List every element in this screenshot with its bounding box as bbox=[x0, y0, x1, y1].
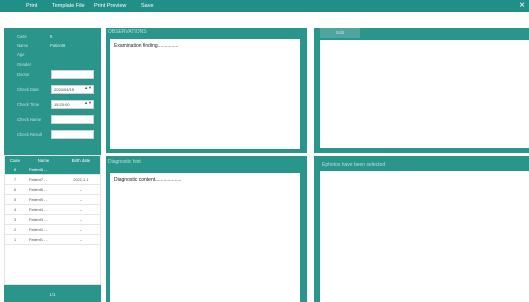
col-birth-date: Birth date bbox=[71, 158, 91, 163]
cell-name: Patient8 - - bbox=[29, 168, 48, 172]
case-value: 8 bbox=[50, 34, 53, 39]
image-preview-area[interactable] bbox=[320, 40, 529, 148]
observations-panel: OBSERVATIONS Examination finding........… bbox=[106, 28, 307, 153]
top-menu-bar: Print Template File Print Preview Save × bbox=[0, 0, 529, 12]
observations-title: OBSERVATIONS bbox=[108, 29, 147, 35]
col-case: Case bbox=[9, 158, 21, 163]
cell-birth-date: -- bbox=[79, 238, 83, 242]
date-spinner-icon[interactable]: ▲▼ bbox=[84, 86, 92, 90]
image-edit-panel: Edit bbox=[314, 28, 529, 153]
check-result-label: Check Result bbox=[17, 132, 42, 137]
table-row[interactable]: 6 Patient6 - - -- bbox=[5, 185, 100, 195]
cell-birth-date: -- bbox=[79, 208, 83, 212]
cell-case: 3 bbox=[13, 218, 17, 222]
template-file-menu[interactable]: Template File bbox=[52, 0, 85, 12]
check-name-input[interactable] bbox=[51, 115, 94, 124]
cell-name: Patient3 - - bbox=[29, 218, 48, 222]
cell-birth-date: -- bbox=[79, 188, 83, 192]
check-name-label: Check Name bbox=[17, 117, 42, 122]
cell-name: Patient6 - - bbox=[29, 188, 48, 192]
cell-case: 6 bbox=[13, 188, 17, 192]
cell-name: Patient1 - - bbox=[29, 238, 48, 242]
check-time-input[interactable]: 15:20:00 ▲▼ bbox=[51, 100, 94, 109]
col-name: Name bbox=[37, 158, 50, 163]
diagnostic-panel: Diagnostic hint Diagnostic content......… bbox=[106, 156, 307, 302]
print-preview-menu[interactable]: Print Preview bbox=[94, 0, 126, 12]
table-row[interactable]: 7 Patient7 - - 2022-1-1 bbox=[5, 175, 100, 185]
table-row[interactable]: 8 Patient8 - - bbox=[5, 165, 100, 175]
doctor-input[interactable] bbox=[51, 70, 94, 79]
case-label: Case bbox=[17, 34, 27, 39]
cell-name: Patient7 - - bbox=[29, 178, 48, 182]
close-icon[interactable]: × bbox=[519, 0, 525, 12]
print-menu[interactable]: Print bbox=[26, 0, 37, 12]
table-row[interactable]: 2 Patient2 - - -- bbox=[5, 225, 100, 235]
cell-case: 1 bbox=[13, 238, 17, 242]
table-header: Case Name Birth date bbox=[5, 156, 100, 165]
cell-name: Patient5 - - bbox=[29, 198, 48, 202]
check-time-value: 15:20:00 bbox=[54, 102, 70, 107]
table-row[interactable]: 5 Patient5 - - -- bbox=[5, 195, 100, 205]
diagnostic-textarea[interactable]: Diagnostic content................... bbox=[110, 173, 300, 302]
diagnostic-text: Diagnostic content................... bbox=[114, 177, 182, 183]
cell-case: 5 bbox=[13, 198, 17, 202]
cell-birth-date: -- bbox=[79, 218, 83, 222]
cell-birth-date bbox=[62, 165, 100, 175]
save-menu[interactable]: Save bbox=[141, 0, 154, 12]
cell-birth-date: -- bbox=[79, 228, 83, 232]
cell-birth-date: -- bbox=[79, 198, 83, 202]
patient-table: Case Name Birth date 8 Patient8 - - 7 Patie… bbox=[4, 155, 101, 285]
cell-name: Patient4 - - bbox=[29, 208, 48, 212]
diagnostic-title: Diagnostic hint bbox=[108, 159, 141, 165]
name-label: Name bbox=[17, 43, 29, 48]
gender-label: Gender bbox=[17, 62, 31, 67]
cell-name: Patient2 - - bbox=[29, 228, 48, 232]
doctor-label: Doctor bbox=[17, 72, 30, 77]
table-row[interactable]: 3 Patient3 - - -- bbox=[5, 215, 100, 225]
cell-case: 8 bbox=[13, 168, 17, 172]
check-date-label: Check Date bbox=[17, 87, 39, 92]
patient-form: Case 8 Name Patient8 Age Gender Doctor C… bbox=[4, 28, 101, 152]
page-indicator: 1/1 bbox=[49, 292, 56, 297]
edit-button[interactable]: Edit bbox=[320, 28, 360, 38]
table-row[interactable]: 1 Patient1 - - -- bbox=[5, 235, 100, 245]
observations-textarea[interactable]: Examination finding............... bbox=[110, 39, 300, 149]
check-date-input[interactable]: 2024/04/15 ▲▼ bbox=[51, 85, 94, 94]
selected-images-panel: Ephotos have been selected bbox=[314, 156, 529, 302]
cell-birth-date: 2022-1-1 bbox=[73, 178, 89, 182]
cell-case: 4 bbox=[13, 208, 17, 212]
check-date-value: 2024/04/15 bbox=[54, 87, 75, 92]
check-time-label: Check Time bbox=[17, 102, 40, 107]
cell-case: 2 bbox=[13, 228, 17, 232]
check-result-input[interactable] bbox=[51, 130, 94, 139]
table-row[interactable]: 4 Patient4 - - -- bbox=[5, 205, 100, 215]
age-label: Age bbox=[17, 52, 25, 57]
time-spinner-icon[interactable]: ▲▼ bbox=[84, 101, 92, 105]
selected-images-area[interactable] bbox=[320, 171, 529, 302]
name-value: Patient8 bbox=[50, 43, 66, 48]
observations-text: Examination finding............... bbox=[114, 43, 179, 49]
selected-images-title: Ephotos have been selected bbox=[322, 162, 386, 168]
pager[interactable]: 1/1 bbox=[4, 287, 101, 302]
cell-case: 7 bbox=[13, 178, 17, 182]
